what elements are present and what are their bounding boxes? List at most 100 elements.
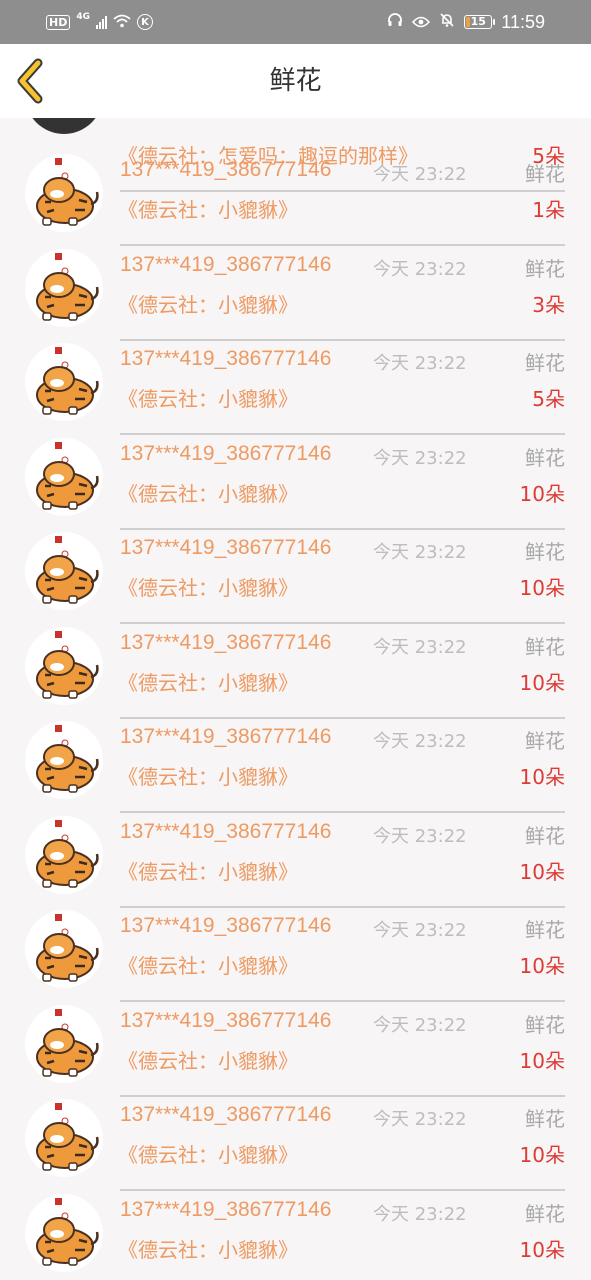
user-name: 137***419_386777146 xyxy=(120,725,332,748)
eye-icon xyxy=(412,13,431,32)
gift-quantity: 10朵 xyxy=(519,765,565,789)
gift-quantity: 1朵 xyxy=(532,198,565,222)
work-title: 《德云社：小貔貅》 xyxy=(118,859,298,884)
list-item[interactable]: 137***419_386777146 今天 23:22 鲜花 《德云社：小貔貅》 10… xyxy=(0,703,591,813)
user-name: 137***419_386777146 xyxy=(120,441,332,465)
network-type: 4G xyxy=(76,12,90,22)
gift-quantity: 10朵 xyxy=(519,481,565,506)
gift-type: 鲜花 xyxy=(525,823,565,848)
tiger-avatar-image xyxy=(36,347,99,415)
list-item[interactable]: 137***419_386777146 今天 23:22 鲜花《德云社：小貔貅》 10… xyxy=(0,892,591,1002)
work-title: 《德云社：小貔貅》 xyxy=(118,576,298,600)
timestamp: 今天 23:22 xyxy=(373,1109,467,1130)
gift-quantity: 10朵 xyxy=(519,1237,565,1262)
timestamp: 今天 23:22 xyxy=(373,353,467,374)
page-title: 鲜花 xyxy=(269,66,322,96)
avatar xyxy=(25,1004,103,1083)
avatar xyxy=(25,910,103,988)
tiger-avatar-image xyxy=(36,630,99,699)
work-title: 《德云社：小貔貅》 xyxy=(118,481,298,506)
list-item[interactable]: 137***419_386777146 今天 23:22 鲜花《德云社：小貔貅》 10… xyxy=(0,514,591,624)
gift-type: 鲜花 xyxy=(525,1012,565,1037)
avatar xyxy=(25,154,103,232)
gift-type: 鲜花 xyxy=(525,540,565,564)
gift-type: 鲜花 xyxy=(525,634,565,659)
tiger-avatar-image xyxy=(36,441,99,510)
tiger-avatar-image xyxy=(36,819,99,888)
timestamp: 今天 23:22 xyxy=(373,164,467,185)
list-item[interactable]: 137***419_386777146 今天 23:22 鲜花 《德云社：小貔貅》 10… xyxy=(0,1176,591,1272)
wifi-icon xyxy=(113,14,131,31)
list-item[interactable]: 137***419_386777146 今天 23:22 鲜花 《德云社：小貔貅》 10… xyxy=(0,609,591,719)
work-title: 《德云社：小貔貅》 xyxy=(118,292,298,317)
list-item[interactable]: 137***419_386777146 今天 23:22 鲜花 《德云社：小貔貅》 10… xyxy=(0,1081,591,1191)
tiger-avatar-image xyxy=(36,725,99,793)
gift-quantity: 5朵 xyxy=(532,387,565,411)
signal-icon xyxy=(96,15,107,29)
user-name: 137***419_386777146 xyxy=(120,1197,332,1221)
timestamp: 今天 23:22 xyxy=(373,920,467,941)
user-name: 137***419_386777146 xyxy=(120,252,332,276)
avatar xyxy=(25,437,103,516)
avatar xyxy=(25,626,103,705)
list-item[interactable]: 137***419_386777146 今天 23:22 鲜花 《德云社：小貔貅》 10… xyxy=(0,420,591,530)
tiger-avatar-image xyxy=(36,536,99,604)
top-nav-bar: 鲜花 xyxy=(0,44,591,118)
avatar xyxy=(25,532,103,610)
gift-quantity: 3朵 xyxy=(532,292,565,317)
gift-type: 鲜花 xyxy=(525,918,565,942)
battery-icon: 15 xyxy=(464,15,496,29)
gift-type: 鲜花 xyxy=(525,1107,565,1131)
work-title: 《德云社：小貔貅》 xyxy=(118,198,298,222)
timestamp: 今天 23:22 xyxy=(373,825,467,847)
tiger-avatar-image xyxy=(36,1197,99,1266)
gift-type: 鲜花 xyxy=(525,351,565,375)
user-name: 137***419_386777146 xyxy=(120,536,332,559)
hd-badge: HD xyxy=(46,14,71,30)
work-title: 《德云社：小貔貅》 xyxy=(118,1048,298,1073)
avatar xyxy=(25,815,103,894)
gift-type: 鲜花 xyxy=(525,445,565,470)
gift-quantity: 10朵 xyxy=(519,576,565,600)
user-name: 137***419_386777146 xyxy=(120,158,332,181)
timestamp: 今天 23:22 xyxy=(373,542,467,563)
headphones-icon xyxy=(387,12,403,32)
avatar xyxy=(25,1193,103,1272)
gift-quantity: 10朵 xyxy=(519,954,565,978)
status-bar: HD 4G K 15 11:59 xyxy=(0,0,591,44)
gift-quantity: 10朵 xyxy=(519,1143,565,1167)
avatar xyxy=(25,1099,103,1177)
user-name: 137***419_386777146 xyxy=(120,630,332,654)
work-title: 《德云社：小貔貅》 xyxy=(118,954,298,978)
gift-quantity: 10朵 xyxy=(519,859,565,884)
tiger-avatar-image xyxy=(36,158,99,226)
gift-quantity: 10朵 xyxy=(519,670,565,695)
user-name: 137***419_386777146 xyxy=(120,1008,332,1032)
list-item[interactable]: 137***419_386777146 今天 23:22 鲜花 《德云社：小貔貅》 3朵 xyxy=(0,231,591,341)
list-item[interactable]: 137***419_386777146 今天 23:22 鲜花《德云社：小貔貅》 10… xyxy=(0,798,591,908)
avatar xyxy=(25,248,103,327)
user-name: 137***419_386777146 xyxy=(120,914,332,937)
timestamp: 今天 23:22 xyxy=(373,1014,467,1036)
user-name: 137***419_386777146 xyxy=(120,819,332,843)
avatar xyxy=(25,721,103,799)
timestamp: 今天 23:22 xyxy=(373,1203,467,1225)
list-item[interactable]: 137***419_386777146 今天 23:22 鲜花 《德云社：小貔貅》 1朵 xyxy=(0,136,591,246)
avatar xyxy=(25,118,103,134)
work-title: 《德云社：小貔貅》 xyxy=(118,1237,298,1262)
status-right: 15 11:59 xyxy=(387,10,545,34)
status-left: HD 4G K xyxy=(46,12,153,32)
battery-level: 15 xyxy=(470,15,486,28)
list-item[interactable]: 137***419_386777146 今天 23:22 鲜花《德云社：小貔貅》 10… xyxy=(0,987,591,1097)
list-item[interactable]: 137***419_386777146 今天 23:22 鲜花 《德云社：小貔貅》 5朵 xyxy=(0,325,591,435)
avatar xyxy=(25,343,103,421)
tiger-avatar-image xyxy=(36,252,99,321)
user-name: 137***419_386777146 xyxy=(120,1103,332,1126)
tiger-avatar-image xyxy=(36,1008,99,1077)
gift-quantity: 10朵 xyxy=(519,1048,565,1073)
status-time: 11:59 xyxy=(501,11,545,32)
tiger-avatar-image xyxy=(36,914,99,982)
work-title: 《德云社：小貔貅》 xyxy=(118,387,298,411)
gift-record-list[interactable]: 《德云社：怎爱吗：趣逗的那样》 5朵 137***419_386777146 今天… xyxy=(0,118,591,1280)
gift-type: 鲜花 xyxy=(525,729,565,753)
